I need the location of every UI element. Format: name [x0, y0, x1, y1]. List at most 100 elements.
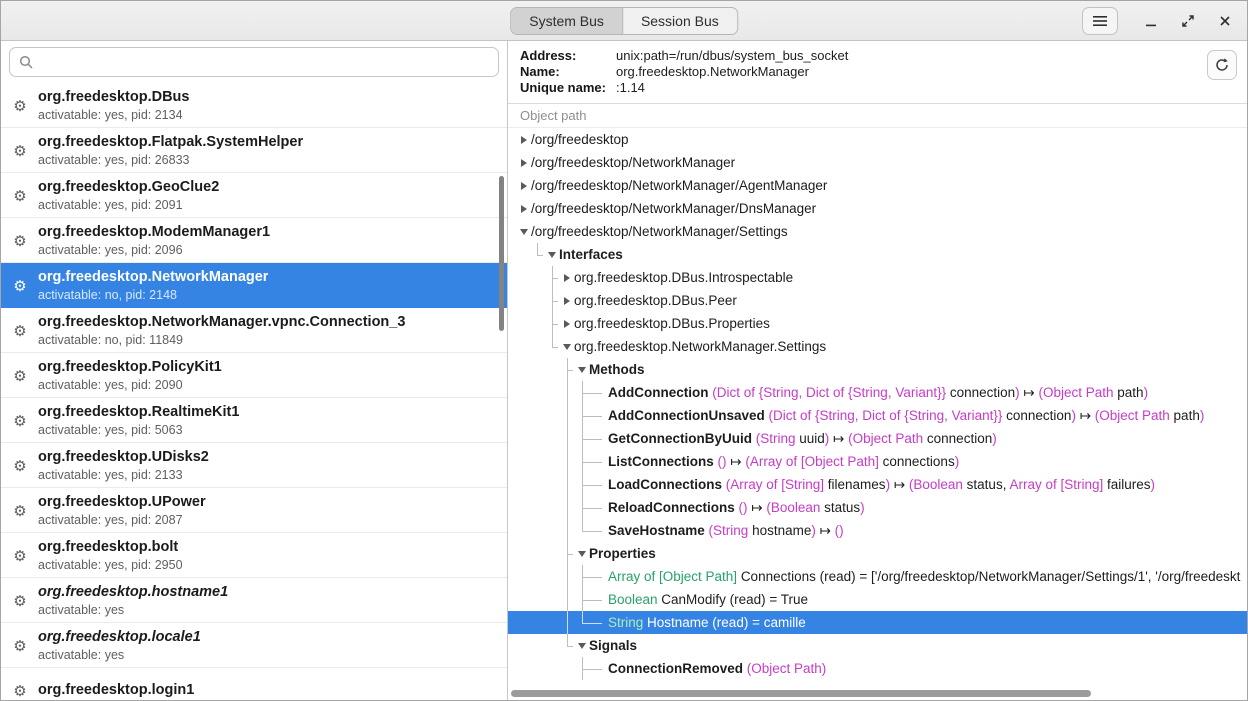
tree-row-label: org.freedesktop.DBus.Properties	[574, 316, 770, 331]
minimize-icon	[1144, 14, 1158, 28]
object-path-column-header: Object path	[508, 103, 1247, 128]
bus-activatable-label: activatable: yes	[38, 602, 228, 618]
tree-row[interactable]: Properties	[508, 542, 1247, 565]
tree-branch-line	[576, 473, 603, 496]
bus-item-text: org.freedesktop.Flatpak.SystemHelperacti…	[38, 133, 303, 168]
bus-name-label: org.freedesktop.RealtimeKit1	[38, 403, 239, 422]
tree-row[interactable]: org.freedesktop.NetworkManager.Settings	[508, 335, 1247, 358]
bus-activatable-label: activatable: no, pid: 11849	[38, 332, 405, 348]
tree-row[interactable]: Array of [Object Path] Connections (read…	[508, 565, 1247, 588]
maximize-button[interactable]	[1176, 9, 1200, 33]
list-item[interactable]: ⚙org.freedesktop.boltactivatable: yes, p…	[1, 533, 507, 578]
tree-row[interactable]: Methods	[508, 358, 1247, 381]
tree-row[interactable]: SaveHostname (String hostname) ↦ ()	[508, 519, 1247, 542]
search-input[interactable]	[40, 54, 489, 70]
gear-icon: ⚙	[11, 637, 29, 655]
tree-row[interactable]: /org/freedesktop/NetworkManager	[508, 151, 1247, 174]
list-item[interactable]: ⚙org.freedesktop.login1	[1, 668, 507, 700]
tree-row[interactable]: org.freedesktop.DBus.Introspectable	[508, 266, 1247, 289]
connection-info: Address: unix:path=/run/dbus/system_bus_…	[508, 41, 1247, 103]
list-item[interactable]: ⚙org.freedesktop.NetworkManageractivatab…	[1, 263, 507, 308]
tab-session-bus[interactable]: Session Bus	[622, 8, 737, 34]
list-item[interactable]: ⚙org.freedesktop.Flatpak.SystemHelperact…	[1, 128, 507, 173]
collapse-triangle-icon[interactable]	[574, 542, 589, 565]
bus-list-scrollbar[interactable]	[499, 176, 504, 331]
list-item[interactable]: ⚙org.freedesktop.PolicyKit1activatable: …	[1, 353, 507, 398]
tree-row[interactable]: ListConnections () ↦ (Array of [Object P…	[508, 450, 1247, 473]
name-value: org.freedesktop.NetworkManager	[616, 64, 1235, 80]
list-item[interactable]: ⚙org.freedesktop.DBusactivatable: yes, p…	[1, 83, 507, 128]
bus-activatable-label: activatable: yes, pid: 2950	[38, 557, 183, 573]
list-item[interactable]: ⚙org.freedesktop.locale1activatable: yes	[1, 623, 507, 668]
tree-row[interactable]: GetConnectionByUuid (String uuid) ↦ (Obj…	[508, 427, 1247, 450]
tree-row[interactable]: AddConnectionUnsaved (Dict of {String, D…	[508, 404, 1247, 427]
expand-triangle-icon[interactable]	[516, 128, 531, 151]
tree-row[interactable]: /org/freedesktop/NetworkManager/Settings	[508, 220, 1247, 243]
tree-row[interactable]: AddConnection (Dict of {String, Dict of …	[508, 381, 1247, 404]
tree-row-label: SaveHostname (String hostname) ↦ ()	[608, 523, 844, 539]
menu-button[interactable]	[1082, 7, 1118, 35]
close-button[interactable]	[1213, 9, 1237, 33]
gear-icon: ⚙	[11, 187, 29, 205]
list-item[interactable]: ⚙org.freedesktop.ModemManager1activatabl…	[1, 218, 507, 263]
tree-branch-line	[561, 542, 574, 565]
expand-triangle-icon[interactable]	[559, 312, 574, 335]
collapse-triangle-icon[interactable]	[574, 634, 589, 657]
unique-name-value: :1.14	[616, 80, 1235, 96]
tree-row-label: LoadConnections (Array of [String] filen…	[608, 477, 1155, 493]
expand-triangle-icon[interactable]	[516, 151, 531, 174]
tree-row-label: Properties	[589, 546, 656, 561]
tree-branch-line	[576, 519, 603, 542]
gear-icon: ⚙	[11, 232, 29, 250]
hamburger-icon	[1093, 15, 1107, 27]
tree-row-label: Array of [Object Path] Connections (read…	[608, 569, 1240, 584]
tree-row[interactable]: /org/freedesktop/NetworkManager/AgentMan…	[508, 174, 1247, 197]
tree-branch-line	[561, 634, 574, 657]
tree-row[interactable]: Interfaces	[508, 243, 1247, 266]
gear-icon: ⚙	[11, 592, 29, 610]
bus-activatable-label: activatable: no, pid: 2148	[38, 287, 268, 303]
tree-row[interactable]: /org/freedesktop/NetworkManager/DnsManag…	[508, 197, 1247, 220]
details-panel: Address: unix:path=/run/dbus/system_bus_…	[508, 41, 1247, 700]
tree-row[interactable]: ConnectionRemoved (Object Path)	[508, 657, 1247, 680]
tree-row[interactable]: org.freedesktop.DBus.Properties	[508, 312, 1247, 335]
tree-row[interactable]: LoadConnections (Array of [String] filen…	[508, 473, 1247, 496]
tab-system-bus[interactable]: System Bus	[511, 8, 622, 34]
expand-triangle-icon[interactable]	[559, 266, 574, 289]
list-item[interactable]: ⚙org.freedesktop.GeoClue2activatable: ye…	[1, 173, 507, 218]
list-item[interactable]: ⚙org.freedesktop.RealtimeKit1activatable…	[1, 398, 507, 443]
tree-row-label: /org/freedesktop/NetworkManager	[531, 155, 735, 170]
gear-icon: ⚙	[11, 457, 29, 475]
tree-horizontal-scrollbar[interactable]	[511, 690, 1091, 697]
list-item[interactable]: ⚙org.freedesktop.UDisks2activatable: yes…	[1, 443, 507, 488]
tree-branch-line	[576, 611, 603, 634]
list-item[interactable]: ⚙org.freedesktop.NetworkManager.vpnc.Con…	[1, 308, 507, 353]
tree-row[interactable]: String Hostname (read) = camille	[508, 611, 1247, 634]
tree-row-label: String Hostname (read) = camille	[608, 615, 806, 630]
list-item[interactable]: ⚙org.freedesktop.hostname1activatable: y…	[1, 578, 507, 623]
tree-row[interactable]: Signals	[508, 634, 1247, 657]
bus-activatable-label: activatable: yes, pid: 2091	[38, 197, 219, 213]
tree-row[interactable]: org.freedesktop.DBus.Peer	[508, 289, 1247, 312]
collapse-triangle-icon[interactable]	[516, 220, 531, 243]
tree-row-label: GetConnectionByUuid (String uuid) ↦ (Obj…	[608, 431, 997, 447]
tree-row[interactable]: Boolean CanModify (read) = True	[508, 588, 1247, 611]
tree-row-label: Interfaces	[559, 247, 623, 262]
expand-triangle-icon[interactable]	[516, 197, 531, 220]
tree-branch-line	[576, 404, 603, 427]
refresh-button[interactable]	[1207, 50, 1237, 80]
collapse-triangle-icon[interactable]	[574, 358, 589, 381]
expand-triangle-icon[interactable]	[559, 289, 574, 312]
tree-branch-line	[531, 243, 544, 266]
bus-activatable-label: activatable: yes, pid: 2090	[38, 377, 222, 393]
collapse-triangle-icon[interactable]	[544, 243, 559, 266]
minimize-button[interactable]	[1139, 9, 1163, 33]
expand-triangle-icon[interactable]	[516, 174, 531, 197]
gear-icon: ⚙	[11, 412, 29, 430]
collapse-triangle-icon[interactable]	[559, 335, 574, 358]
list-item[interactable]: ⚙org.freedesktop.UPoweractivatable: yes,…	[1, 488, 507, 533]
tree-row[interactable]: /org/freedesktop	[508, 128, 1247, 151]
tree-row[interactable]: ReloadConnections () ↦ (Boolean status)	[508, 496, 1247, 519]
tree-branch-line	[576, 496, 603, 519]
unique-name-label: Unique name:	[520, 80, 613, 96]
